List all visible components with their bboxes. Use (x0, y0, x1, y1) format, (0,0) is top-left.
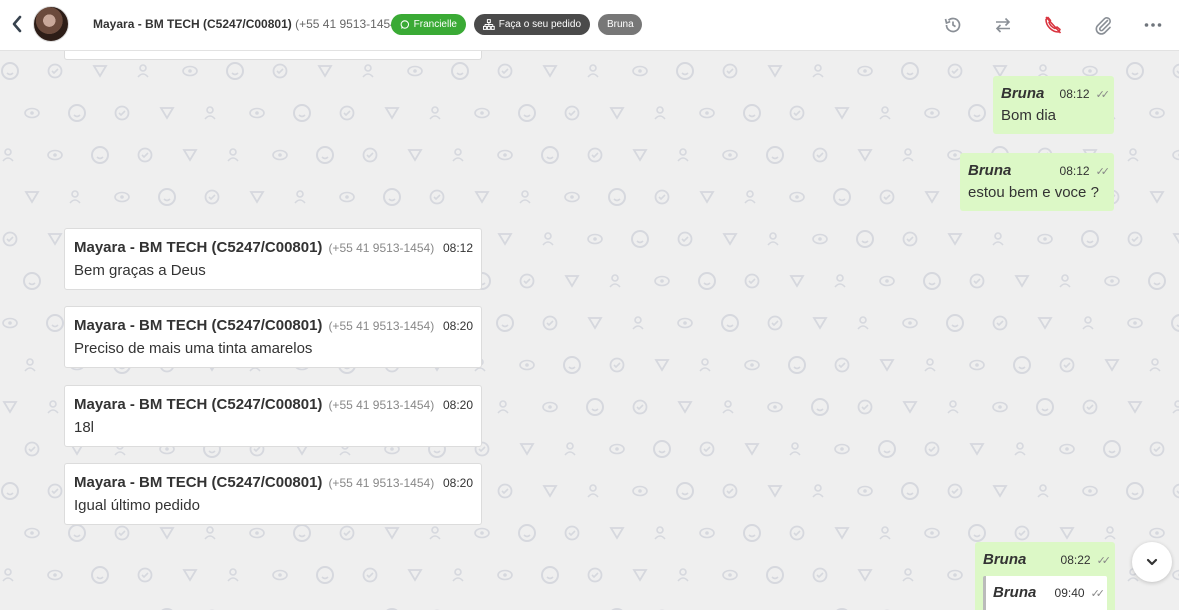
message-text: Bom dia (1001, 107, 1057, 124)
history-icon (944, 17, 961, 33)
contact-title: Mayara - BM TECH (C5247/C00801) (+55 41 … (93, 17, 401, 31)
contact-phone: (+55 41 9513-1454) (295, 17, 401, 31)
message-sender: Bruna (983, 551, 1027, 568)
message-time: 08:20 (442, 476, 473, 490)
chat-area[interactable]: Bruna 08:12 ✓✓ Bom dia Bruna 08:12 ✓✓ es… (0, 51, 1179, 610)
avatar[interactable] (33, 6, 69, 42)
message-incoming[interactable]: Mayara - BM TECH (C5247/C00801) (+55 41 … (64, 228, 482, 290)
quoted-message[interactable]: Bruna 09:40 ✓✓ (983, 576, 1107, 610)
history-button[interactable] (942, 14, 964, 36)
message-text: Bem graças a Deus (74, 262, 206, 279)
message-incoming[interactable]: Mayara - BM TECH (C5247/C00801) (+55 41 … (64, 385, 482, 447)
end-call-icon (1045, 16, 1062, 34)
more-icon (1144, 23, 1162, 27)
sitemap-icon (483, 19, 495, 30)
tag-label: Bruna (607, 19, 634, 30)
whatsapp-icon (400, 20, 410, 29)
quoted-time: 09:40 (1054, 586, 1085, 600)
message-text: 18l (74, 419, 95, 436)
back-button[interactable] (8, 14, 26, 36)
message-time: 08:20 (442, 398, 473, 412)
message-sender: Bruna (968, 162, 1012, 179)
double-check-icon: ✓✓ (1095, 89, 1111, 101)
message-partial (64, 51, 482, 60)
message-sender-phone: (+55 41 9513-1454) (328, 241, 435, 255)
tag-bruna[interactable]: Bruna (598, 14, 642, 35)
tag-faca-pedido[interactable]: Faça o seu pedido (474, 14, 590, 35)
message-incoming[interactable]: Mayara - BM TECH (C5247/C00801) (+55 41 … (64, 463, 482, 525)
message-time: 08:12 (442, 241, 473, 255)
more-options-button[interactable] (1142, 14, 1164, 36)
message-time: 08:12 (1059, 164, 1090, 178)
message-time: 08:22 (1060, 553, 1091, 567)
chat-header: Mayara - BM TECH (C5247/C00801) (+55 41 … (0, 0, 1179, 51)
chevron-down-icon (1146, 558, 1158, 566)
tag-label: Francielle (413, 19, 457, 30)
message-time: 08:20 (442, 319, 473, 333)
message-sender: Mayara - BM TECH (C5247/C00801) (74, 474, 323, 491)
message-sender: Mayara - BM TECH (C5247/C00801) (74, 396, 323, 413)
message-sender-phone: (+55 41 9513-1454) (328, 319, 435, 333)
double-check-icon: ✓✓ (1090, 588, 1106, 600)
tag-label: Faça o seu pedido (498, 19, 581, 30)
message-text: estou bem e voce ? (968, 184, 1099, 201)
transfer-button[interactable] (992, 14, 1014, 36)
attach-button[interactable] (1092, 14, 1114, 36)
quoted-sender: Bruna (993, 584, 1037, 601)
message-outgoing[interactable]: Bruna 08:12 ✓✓ Bom dia (993, 76, 1114, 134)
double-check-icon: ✓✓ (1095, 166, 1111, 178)
message-sender: Bruna (1001, 85, 1045, 102)
chevron-left-icon (12, 15, 22, 33)
message-outgoing[interactable]: Bruna 08:12 ✓✓ estou bem e voce ? (960, 153, 1114, 211)
message-time: 08:12 (1059, 87, 1090, 101)
message-sender: Mayara - BM TECH (C5247/C00801) (74, 317, 323, 334)
contact-name: Mayara - BM TECH (C5247/C00801) (93, 17, 292, 31)
message-text: Preciso de mais uma tinta amarelos (74, 340, 313, 357)
attach-icon (1095, 17, 1111, 35)
message-text: Igual último pedido (74, 497, 200, 514)
message-sender-phone: (+55 41 9513-1454) (328, 476, 435, 490)
message-sender: Mayara - BM TECH (C5247/C00801) (74, 239, 323, 256)
tag-francielle[interactable]: Francielle (391, 14, 466, 35)
message-incoming[interactable]: Mayara - BM TECH (C5247/C00801) (+55 41 … (64, 306, 482, 368)
end-call-button[interactable] (1042, 14, 1064, 36)
double-check-icon: ✓✓ (1096, 555, 1112, 567)
scroll-to-bottom-button[interactable] (1132, 542, 1172, 582)
message-sender-phone: (+55 41 9513-1454) (328, 398, 435, 412)
transfer-icon (995, 17, 1011, 33)
